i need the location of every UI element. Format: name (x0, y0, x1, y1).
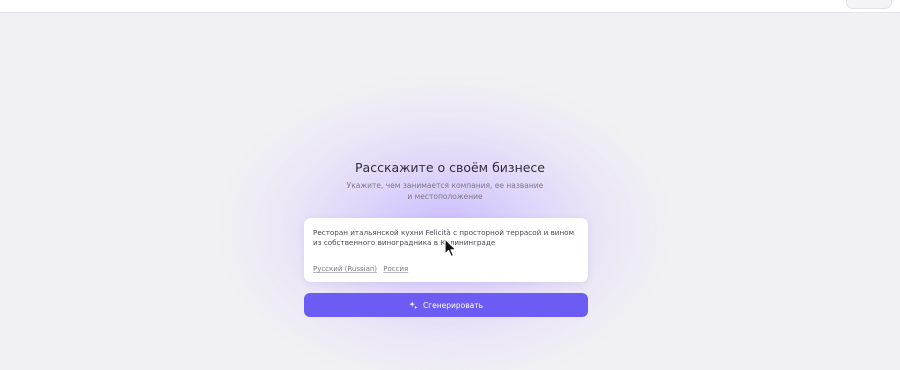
page-subtitle: Укажите, чем занимается компания, ее наз… (346, 181, 544, 201)
top-bar (0, 0, 900, 13)
sparkle-icon (409, 300, 418, 309)
locale-chips: Русский (Russian) Россия (313, 265, 412, 273)
page-title: Расскажите о своём бизнесе (355, 160, 545, 175)
generate-button[interactable]: Сгенерировать (304, 293, 588, 317)
top-bar-button[interactable] (846, 0, 892, 9)
generate-button-label: Сгенерировать (422, 300, 484, 310)
mouse-cursor-icon (444, 238, 457, 258)
language-chip[interactable]: Русский (Russian) (313, 265, 377, 273)
region-chip[interactable]: Россия (383, 265, 408, 273)
